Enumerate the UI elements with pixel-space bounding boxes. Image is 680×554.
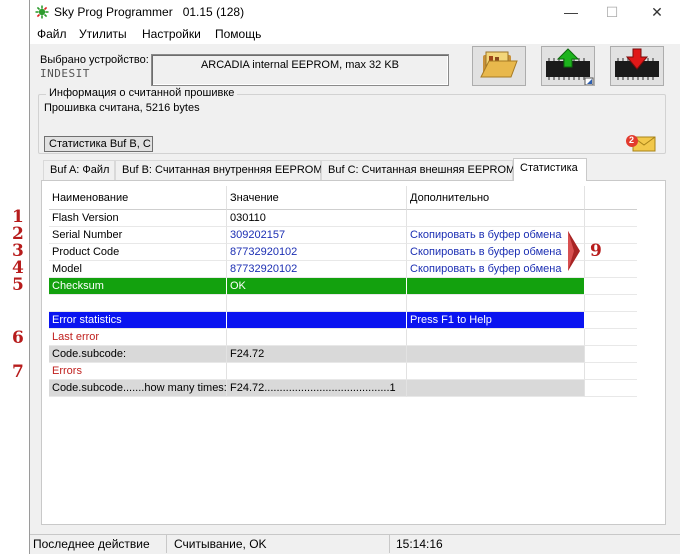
cell-value[interactable]: 309202157 xyxy=(227,227,407,244)
cell-name[interactable]: Last error xyxy=(49,329,227,346)
cell-name[interactable]: Flash Version xyxy=(49,210,227,227)
cell-spare[interactable] xyxy=(585,295,637,312)
cell-name[interactable]: Code.subcode: xyxy=(49,346,227,363)
column-header-empty xyxy=(585,186,637,210)
cell-value[interactable] xyxy=(227,295,407,312)
cell-value[interactable]: 87732920102 xyxy=(227,261,407,278)
statistics-grid: Наименование Значение Дополнительно Flas… xyxy=(49,186,637,514)
cell-extra[interactable]: Press F1 to Help xyxy=(407,312,585,329)
device-name-field: ARCADIA internal EEPROM, max 32 KB xyxy=(151,54,449,86)
chip-upload-green-icon xyxy=(546,48,594,86)
window-title: Sky Prog Programmer 01.15 (128) xyxy=(54,5,245,19)
annotation-5: 5 xyxy=(12,275,24,295)
tab-statistics[interactable]: Статистика xyxy=(513,158,587,181)
cell-spare[interactable] xyxy=(585,278,637,295)
cell-spare[interactable] xyxy=(585,363,637,380)
cell-extra[interactable] xyxy=(407,329,585,346)
cell-name[interactable]: Error statistics xyxy=(49,312,227,329)
chip-download-red-icon xyxy=(615,48,659,80)
cell-value[interactable]: F24.72..................................… xyxy=(227,380,407,397)
status-last-action-label: Последнее действие xyxy=(33,537,150,551)
cell-name[interactable] xyxy=(49,295,227,312)
cell-name[interactable]: Checksum xyxy=(49,278,227,295)
cell-extra[interactable] xyxy=(407,278,585,295)
tab-buf-b[interactable]: Buf B: Считанная внутренняя EEPROM xyxy=(115,160,323,180)
column-header-value[interactable]: Значение xyxy=(227,186,407,210)
device-name-text: ARCADIA internal EEPROM, max 32 KB xyxy=(200,59,400,71)
cell-value[interactable] xyxy=(227,312,407,329)
cell-spare[interactable] xyxy=(585,261,637,278)
firmware-read-text: Прошивка считана, 5216 bytes xyxy=(44,102,200,114)
status-time: 15:14:16 xyxy=(396,537,443,551)
cell-value[interactable]: F24.72 xyxy=(227,346,407,363)
menu-settings[interactable]: Настройки xyxy=(142,27,201,41)
cell-extra[interactable] xyxy=(407,346,585,363)
device-brand: INDESIT xyxy=(40,67,90,80)
cell-spare[interactable] xyxy=(585,210,637,227)
cell-value[interactable]: OK xyxy=(227,278,407,295)
status-last-action-value: Считывание, OK xyxy=(174,537,267,551)
device-label: Выбрано устройство: xyxy=(40,54,149,66)
cell-extra[interactable] xyxy=(407,380,585,397)
cell-value[interactable] xyxy=(227,329,407,346)
maximize-button[interactable]: ☐ xyxy=(603,4,621,20)
cell-spare[interactable] xyxy=(585,346,637,363)
app-icon xyxy=(35,5,49,19)
mail-badge-count: 2 xyxy=(629,135,635,145)
cell-name[interactable]: Model xyxy=(49,261,227,278)
menu-file[interactable]: Файл xyxy=(37,27,67,41)
cell-value[interactable] xyxy=(227,363,407,380)
statistics-buf-button[interactable]: Статистика Buf B, C xyxy=(44,136,153,152)
cell-extra[interactable]: Скопировать в буфер обмена xyxy=(407,261,585,278)
annotation-7: 7 xyxy=(12,362,24,382)
minimize-button[interactable]: — xyxy=(562,4,580,20)
cell-name[interactable]: Code.subcode.......how many times: xyxy=(49,380,227,397)
column-header-extra[interactable]: Дополнительно xyxy=(407,186,585,210)
tab-buf-c[interactable]: Buf C: Считанная внешняя EEPROM xyxy=(321,160,515,180)
cell-value[interactable]: 87732920102 xyxy=(227,244,407,261)
firmware-info-title: Информация о считанной прошивке xyxy=(46,87,238,99)
menu-utilities[interactable]: Утилиты xyxy=(79,27,127,41)
status-divider xyxy=(389,535,390,553)
cell-name[interactable]: Errors xyxy=(49,363,227,380)
mail-icon[interactable]: 2 xyxy=(625,134,657,152)
open-file-button[interactable] xyxy=(472,46,526,86)
cell-extra[interactable] xyxy=(407,295,585,312)
write-chip-button[interactable] xyxy=(541,46,595,86)
read-chip-button[interactable] xyxy=(610,46,664,86)
cell-name[interactable]: Serial Number xyxy=(49,227,227,244)
cell-value[interactable]: 030110 xyxy=(227,210,407,227)
annotation-6: 6 xyxy=(12,328,24,348)
cell-extra[interactable] xyxy=(407,363,585,380)
cell-spare[interactable] xyxy=(585,380,637,397)
cell-extra[interactable] xyxy=(407,210,585,227)
annotation-9: 9 xyxy=(590,241,602,261)
status-divider xyxy=(166,535,167,553)
folder-open-icon xyxy=(480,51,518,78)
cell-name[interactable]: Product Code xyxy=(49,244,227,261)
column-header-name[interactable]: Наименование xyxy=(49,186,227,210)
annotation-arrow-icon xyxy=(568,231,580,271)
close-button[interactable]: ✕ xyxy=(648,4,666,20)
tab-buf-a[interactable]: Buf A: Файл xyxy=(43,160,115,180)
menu-help[interactable]: Помощь xyxy=(215,27,261,41)
cell-extra[interactable]: Скопировать в буфер обмена xyxy=(407,244,585,261)
cell-extra[interactable]: Скопировать в буфер обмена xyxy=(407,227,585,244)
cell-spare[interactable] xyxy=(585,312,637,329)
cell-spare[interactable] xyxy=(585,329,637,346)
